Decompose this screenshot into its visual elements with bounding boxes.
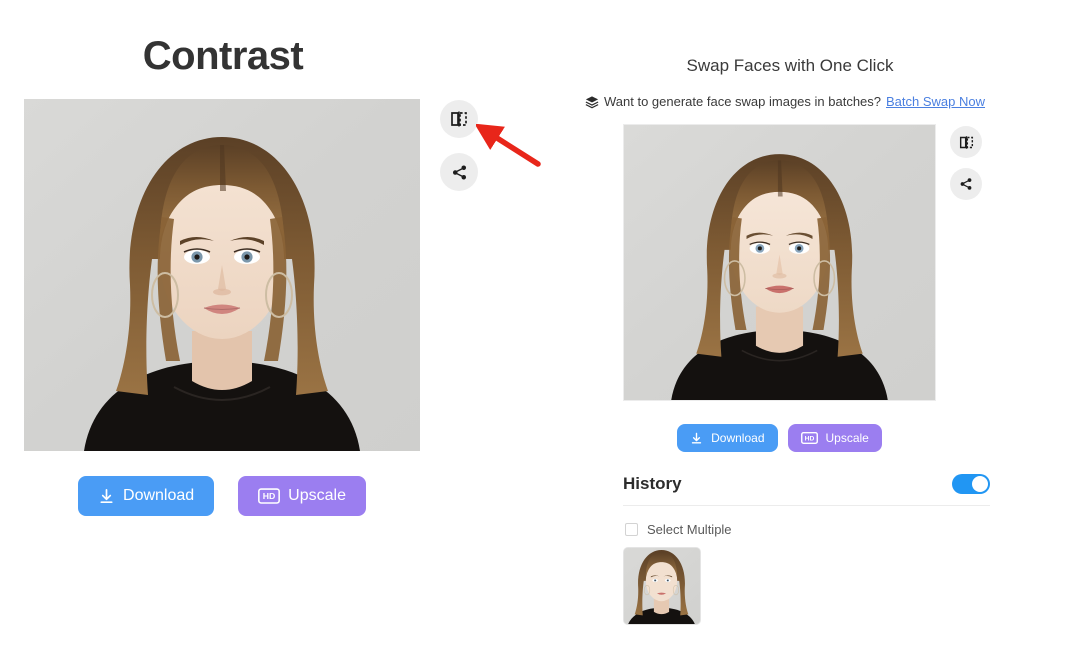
download-icon bbox=[98, 488, 115, 505]
left-contrast-panel: Contrast Download HD Upscale bbox=[0, 0, 541, 649]
left-action-buttons: Download HD Upscale bbox=[24, 476, 420, 516]
select-multiple-row[interactable]: Select Multiple bbox=[623, 522, 990, 537]
history-title: History bbox=[623, 474, 682, 493]
share-icon bbox=[959, 177, 973, 191]
page-title: Contrast bbox=[142, 34, 304, 78]
upscale-button[interactable]: HD Upscale bbox=[238, 476, 366, 516]
history-thumbnail-list bbox=[623, 547, 990, 625]
batch-swap-promo: Want to generate face swap images in bat… bbox=[585, 94, 985, 109]
red-arrow-annotation bbox=[476, 124, 546, 170]
upscale-button-right[interactable]: HD Upscale bbox=[787, 424, 882, 452]
hd-icon: HD bbox=[258, 488, 281, 504]
select-multiple-label: Select Multiple bbox=[647, 522, 732, 537]
app-page: Contrast Download HD Upscale Swap Faces … bbox=[0, 0, 1078, 649]
history-thumbnail[interactable] bbox=[623, 547, 701, 625]
download-icon bbox=[690, 432, 703, 445]
compare-split-icon bbox=[450, 110, 468, 128]
history-section: History Select Multiple bbox=[623, 474, 990, 625]
svg-text:HD: HD bbox=[263, 491, 276, 501]
select-multiple-checkbox[interactable] bbox=[625, 523, 638, 536]
batch-swap-now-link[interactable]: Batch Swap Now bbox=[886, 94, 985, 109]
portrait-photo-right bbox=[624, 125, 935, 400]
share-icon bbox=[451, 164, 468, 181]
swap-panel-title: Swap Faces with One Click bbox=[686, 56, 894, 75]
download-button-label: Download bbox=[123, 487, 195, 504]
upscale-button-label: Upscale bbox=[288, 487, 346, 504]
download-button-right[interactable]: Download bbox=[677, 424, 778, 452]
upscale-button-label: Upscale bbox=[825, 431, 869, 445]
batch-swap-question: Want to generate face swap images in bat… bbox=[604, 94, 882, 109]
layers-stack-icon bbox=[585, 95, 599, 109]
main-result-image[interactable] bbox=[24, 99, 420, 451]
history-header: History bbox=[623, 474, 990, 506]
history-thumbnail-image bbox=[624, 548, 700, 624]
download-button[interactable]: Download bbox=[78, 476, 215, 516]
compare-split-icon bbox=[959, 135, 974, 150]
swap-result-image[interactable] bbox=[623, 124, 936, 401]
toggle-knob bbox=[972, 476, 988, 492]
right-image-actions bbox=[950, 126, 984, 210]
svg-text:HD: HD bbox=[804, 435, 814, 442]
share-button[interactable] bbox=[440, 153, 478, 191]
history-toggle[interactable] bbox=[952, 474, 990, 494]
compare-button[interactable] bbox=[440, 100, 478, 138]
download-button-label: Download bbox=[711, 431, 765, 445]
left-image-actions bbox=[440, 100, 480, 206]
hd-icon: HD bbox=[800, 432, 818, 444]
share-button-right[interactable] bbox=[950, 168, 982, 200]
portrait-photo-left bbox=[24, 99, 420, 451]
right-faceswap-panel: Swap Faces with One Click Want to genera… bbox=[540, 0, 1078, 649]
right-action-buttons: Download HD Upscale bbox=[623, 424, 936, 452]
compare-button-right[interactable] bbox=[950, 126, 982, 158]
